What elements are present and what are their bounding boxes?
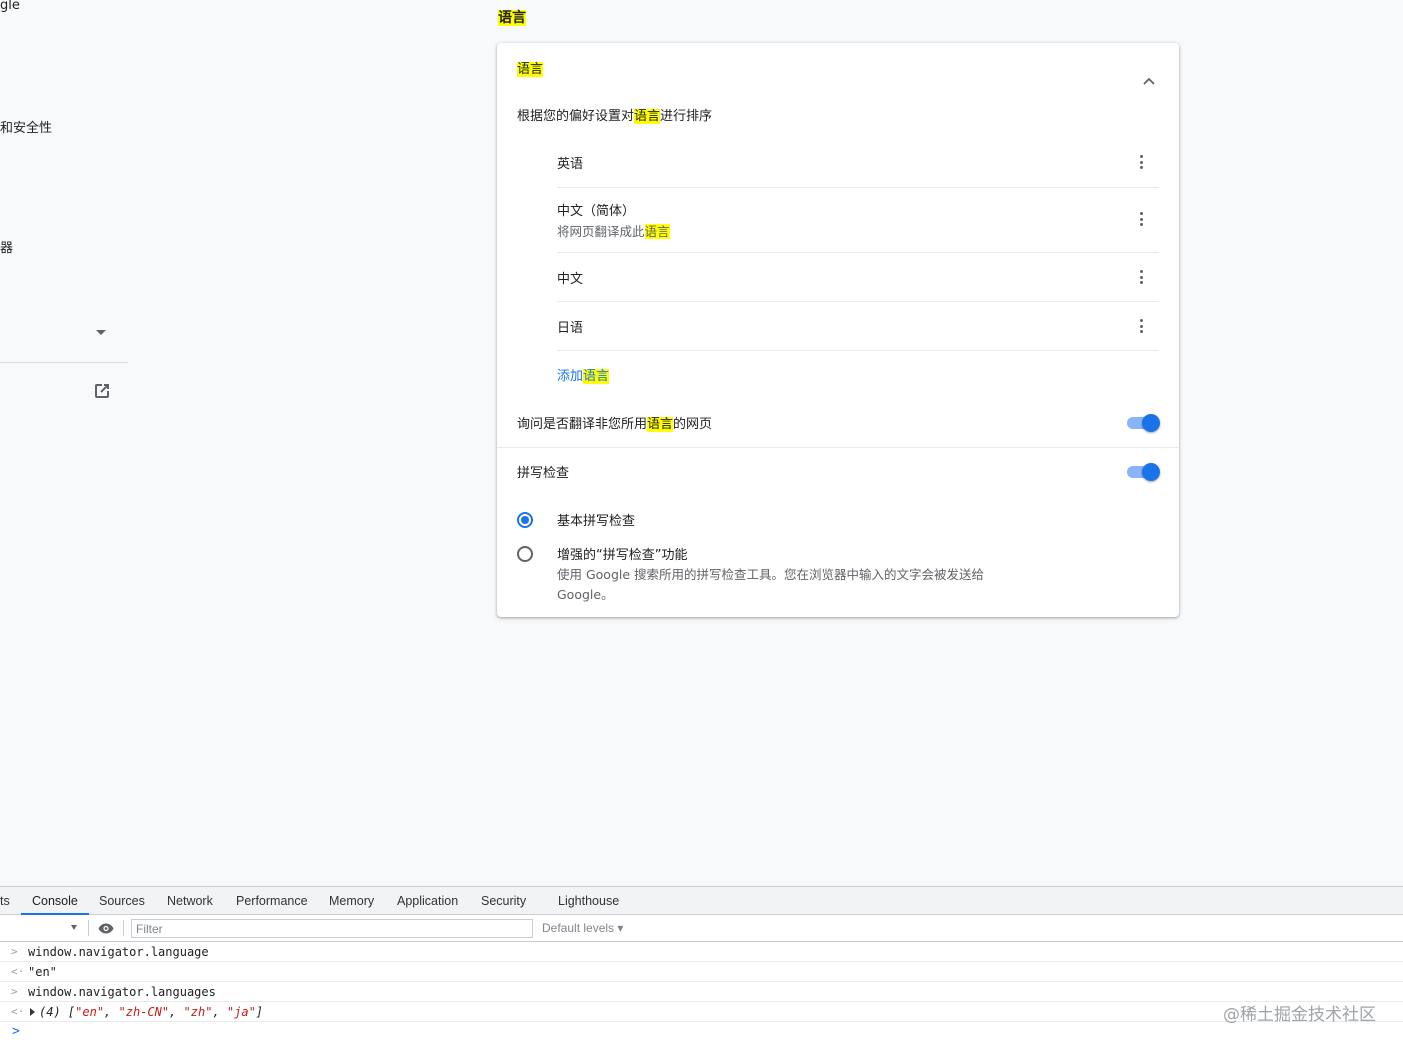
sidebar-advanced-caret-icon[interactable] [96, 330, 106, 335]
console-result-line: <· "en" [0, 962, 1403, 982]
tab-security[interactable]: Security [481, 887, 526, 915]
watermark: @稀土掘金技术社区 [1223, 1005, 1376, 1025]
language-item: 中文 [557, 253, 1159, 302]
context-dropdown-icon[interactable] [71, 925, 77, 930]
tab-console[interactable]: Console [21, 887, 89, 915]
console-command: window.navigator.language [28, 945, 209, 959]
enhanced-spell-check-label: 增强的“拼写检查”功能 [557, 548, 688, 563]
output-arrow-icon: <· [11, 1005, 25, 1018]
tab-elements[interactable]: ts [0, 887, 10, 915]
language-name: 中文 [557, 272, 584, 287]
tab-memory[interactable]: Memory [329, 887, 374, 915]
console-toolbar: Default levels ▾ [0, 915, 1403, 942]
card-title: 语言 [517, 62, 544, 77]
tab-performance[interactable]: Performance [236, 887, 308, 915]
spell-check-toggle[interactable] [1126, 463, 1160, 481]
filter-input[interactable] [131, 919, 533, 938]
toolbar-divider [88, 920, 89, 936]
open-external-icon[interactable] [93, 382, 111, 400]
devtools-panel: ts Console Sources Network Performance M… [0, 886, 1403, 1051]
tab-lighthouse[interactable]: Lighthouse [558, 887, 619, 915]
enhanced-spell-check-desc-cont: Google。 [557, 587, 614, 602]
language-name: 中文（简体） [557, 204, 636, 219]
console-input-line: > window.navigator.language [0, 942, 1403, 962]
languages-card: 语言 根据您的偏好设置对语言进行排序 英语 中文（简体） 将网页翻译成此语言 中… [497, 43, 1179, 617]
tab-application[interactable]: Application [397, 887, 458, 915]
enhanced-spell-check-radio[interactable] [517, 546, 533, 562]
more-actions-icon[interactable] [1137, 212, 1145, 228]
more-actions-icon[interactable] [1137, 270, 1145, 286]
more-actions-icon[interactable] [1137, 319, 1145, 335]
language-item: 中文（简体） 将网页翻译成此语言 [557, 188, 1159, 253]
input-chevron-icon: > [11, 985, 18, 998]
console-result-line: <· (4) ["en", "zh-CN", "zh", "ja"] [0, 1002, 1403, 1022]
spell-check-label: 拼写检查 [517, 466, 570, 481]
console-input-line: > window.navigator.languages [0, 982, 1403, 1002]
devtools-tabbar: ts Console Sources Network Performance M… [0, 887, 1403, 915]
eye-icon[interactable] [98, 923, 114, 934]
output-arrow-icon: <· [11, 965, 25, 978]
sidebar-divider [0, 362, 128, 363]
language-list-header[interactable]: 语言 [497, 57, 1179, 85]
sidebar-item-browser[interactable]: 器 [0, 237, 13, 256]
chevron-up-icon[interactable] [1141, 74, 1157, 88]
console-result: "en" [28, 965, 57, 979]
tab-network[interactable]: Network [167, 887, 213, 915]
sidebar-item-privacy-security[interactable]: 和安全性 [0, 117, 52, 136]
toolbar-divider [123, 920, 124, 936]
expand-triangle-icon[interactable] [30, 1008, 35, 1016]
tab-sources[interactable]: Sources [99, 887, 145, 915]
language-subtitle: 将网页翻译成此语言 [557, 224, 670, 239]
basic-spell-check-radio[interactable] [517, 512, 533, 528]
offer-translate-label: 询问是否翻译非您所用语言的网页 [517, 417, 713, 432]
console-prompt-icon[interactable]: > [12, 1024, 20, 1039]
console-array-result[interactable]: (4) ["en", "zh-CN", "zh", "ja"] [30, 1002, 263, 1022]
settings-page: gle 和安全性 器 语言 语言 根据您的偏好设置对语言进行排序 英语 中文（简… [0, 0, 1403, 886]
enhanced-spell-check-desc: 使用 Google 搜索所用的拼写检查工具。您在浏览器中输入的文字会被发送给 [557, 567, 985, 582]
language-item: 英语 [557, 138, 1159, 188]
console-command: window.navigator.languages [28, 985, 216, 999]
language-item: 日语 [557, 302, 1159, 351]
basic-spell-check-label: 基本拼写检查 [557, 514, 636, 529]
add-language-link[interactable]: 添加语言 [557, 365, 610, 384]
log-levels-dropdown[interactable]: Default levels ▾ [542, 921, 623, 935]
input-chevron-icon: > [11, 945, 18, 958]
divider [497, 447, 1179, 448]
console-output: > window.navigator.language <· "en" > wi… [0, 942, 1403, 1051]
more-actions-icon[interactable] [1137, 155, 1145, 171]
offer-translate-toggle[interactable] [1126, 414, 1160, 432]
language-name: 日语 [557, 321, 584, 336]
order-description: 根据您的偏好设置对语言进行排序 [517, 109, 713, 124]
section-heading: 语言 [498, 10, 526, 26]
language-name: 英语 [557, 157, 584, 172]
sidebar-item-google[interactable]: gle [0, 0, 20, 13]
